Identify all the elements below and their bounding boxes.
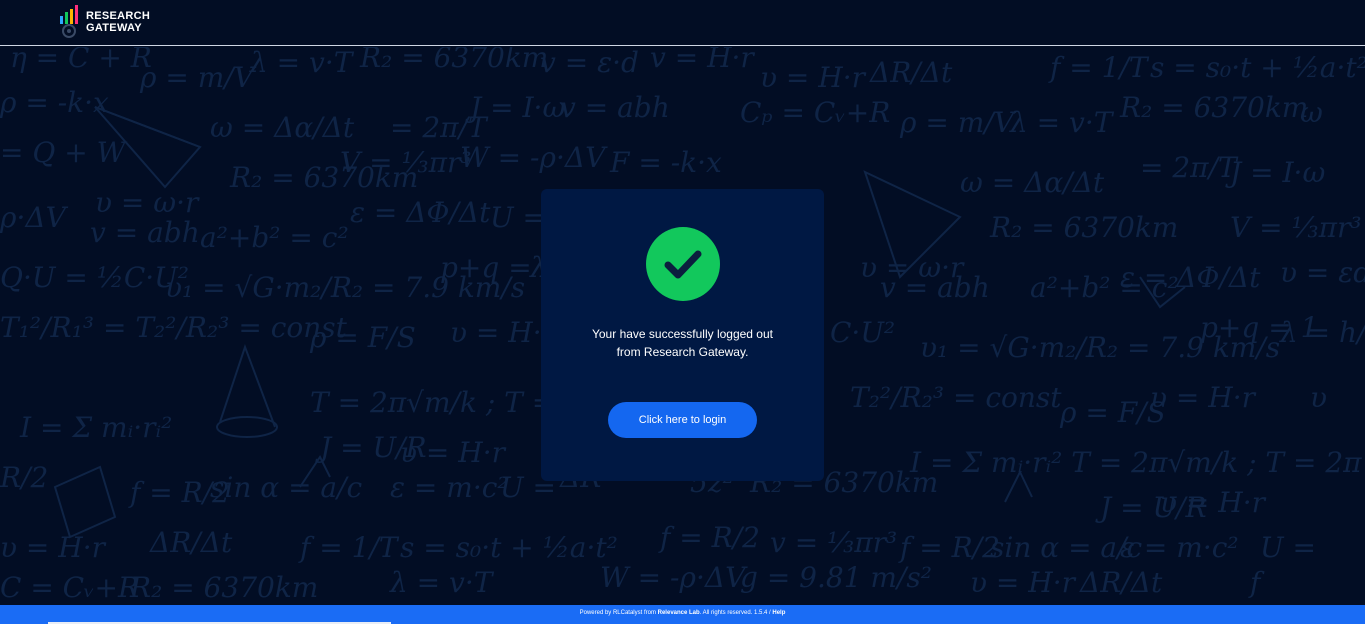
svg-text:υ: υ bbox=[1310, 381, 1327, 414]
svg-text:s = s₀·t + ½a·t²: s = s₀·t + ½a·t² bbox=[1150, 51, 1365, 84]
svg-text:R/2: R/2 bbox=[0, 461, 48, 494]
svg-text:ΔR/Δt: ΔR/Δt bbox=[149, 526, 233, 559]
svg-text:η = C + R: η = C + R bbox=[10, 47, 152, 74]
footer-prefix: Powered by RLCatalyst from bbox=[579, 610, 658, 616]
svg-text:a²+b² = c²: a²+b² = c² bbox=[200, 221, 349, 254]
logout-message-line-2: from Research Gateway. bbox=[616, 345, 749, 359]
svg-text:λ = v·T: λ = v·T bbox=[1009, 106, 1115, 139]
svg-text:f = R/2: f = R/2 bbox=[658, 521, 760, 554]
logo-text: RESEARCH GATEWAY bbox=[86, 10, 150, 34]
svg-text:R₂ = 6370km: R₂ = 6370km bbox=[359, 47, 548, 74]
svg-text:ρ = m/V: ρ = m/V bbox=[899, 106, 1017, 139]
svg-text:υ = H·r: υ = H·r bbox=[0, 531, 107, 564]
svg-text:ε = m·c²: ε = m·c² bbox=[1120, 531, 1239, 564]
bar-chart-logo-icon bbox=[60, 5, 78, 38]
svg-text:ρ = F/S: ρ = F/S bbox=[309, 321, 416, 354]
svg-text:v = H·r: v = H·r bbox=[650, 47, 755, 74]
svg-text:f: f bbox=[1248, 566, 1265, 599]
svg-text:I = Σ mᵢ·rᵢ²: I = Σ mᵢ·rᵢ² bbox=[19, 411, 172, 444]
svg-text:ρ = m/V: ρ = m/V bbox=[139, 61, 257, 94]
svg-text:υ = H·r: υ = H·r bbox=[760, 61, 867, 94]
svg-text:ρ·ΔV: ρ·ΔV bbox=[0, 201, 69, 234]
svg-text:f = R/2: f = R/2 bbox=[898, 531, 1000, 564]
svg-text:R₂ = 6370km: R₂ = 6370km bbox=[229, 161, 418, 194]
footer-suffix: . All rights reserved. 1.5.4 / bbox=[699, 610, 773, 616]
svg-text:υ = H·r: υ = H·r bbox=[400, 436, 507, 469]
svg-text:λ = v·T: λ = v·T bbox=[389, 566, 495, 599]
svg-text:v = abh: v = abh bbox=[560, 91, 670, 124]
svg-text:υ = H·r: υ = H·r bbox=[1160, 486, 1267, 519]
svg-text:R₂ = 6370km: R₂ = 6370km bbox=[1119, 91, 1308, 124]
svg-text:T₂²/R₂³ = const: T₂²/R₂³ = const bbox=[850, 381, 1062, 414]
svg-text:λ = v·T: λ = v·T bbox=[249, 47, 355, 79]
svg-text:v = ε·d: v = ε·d bbox=[540, 47, 639, 79]
svg-text:ε = ΔΦ/Δt: ε = ΔΦ/Δt bbox=[350, 196, 491, 229]
svg-text:v = abh: v = abh bbox=[880, 271, 990, 304]
svg-text:W = -ρ·ΔV: W = -ρ·ΔV bbox=[600, 561, 748, 594]
svg-text:U =: U = bbox=[490, 201, 546, 234]
research-gateway-logo[interactable]: RESEARCH GATEWAY bbox=[58, 5, 150, 39]
svg-text:f = 1/T: f = 1/T bbox=[298, 531, 400, 564]
svg-text:υ = ω·r: υ = ω·r bbox=[95, 186, 200, 219]
svg-text:U =: U = bbox=[1260, 531, 1316, 564]
svg-text:ΔR/Δt: ΔR/Δt bbox=[869, 56, 953, 89]
logout-card: Your have successfully logged out from R… bbox=[541, 189, 824, 481]
svg-text:V = ⅓πr³: V = ⅓πr³ bbox=[1230, 211, 1362, 244]
svg-text:ω: ω bbox=[1300, 96, 1323, 129]
svg-text:v = ⅓πr³: v = ⅓πr³ bbox=[770, 526, 897, 559]
check-circle-icon bbox=[646, 227, 720, 301]
logout-message-line-1: Your have successfully logged out bbox=[591, 327, 773, 341]
svg-text:C = Cᵥ+R: C = Cᵥ+R bbox=[0, 571, 139, 604]
footer-help-link[interactable]: Help bbox=[772, 610, 785, 616]
svg-text:f = 1/T: f = 1/T bbox=[1048, 51, 1150, 84]
svg-text:C·U²: C·U² bbox=[830, 316, 895, 349]
svg-text:υ = H·r: υ = H·r bbox=[1150, 381, 1257, 414]
logo-line-1: RESEARCH bbox=[86, 10, 151, 22]
svg-text:υ = εd: υ = εd bbox=[1280, 256, 1365, 289]
footer-company-link[interactable]: Relevance Lab bbox=[658, 610, 700, 616]
svg-text:J = I·ω: J = I·ω bbox=[465, 91, 565, 124]
svg-text:I = Σ mᵢ·rᵢ² T = 2π√m/k ; T =: I = Σ mᵢ·rᵢ² T = 2π√m/k ; T = 2π bbox=[909, 446, 1362, 479]
svg-text:ε = m·c²: ε = m·c² bbox=[390, 471, 509, 504]
svg-text:Q·U = ½C·U²: Q·U = ½C·U² bbox=[0, 261, 189, 294]
svg-text:v = abh: v = abh bbox=[90, 216, 200, 249]
svg-text:ΔR/Δt: ΔR/Δt bbox=[1079, 566, 1163, 599]
svg-text:J = I·ω: J = I·ω bbox=[1225, 156, 1325, 189]
logout-message: Your have successfully logged out from R… bbox=[541, 325, 824, 361]
svg-text:T₁²/R₁³ = T₂²/R₂³ = const: T₁²/R₁³ = T₂²/R₂³ = const bbox=[0, 311, 348, 344]
svg-text:= Q + W: = Q + W bbox=[0, 136, 128, 169]
top-header: RESEARCH GATEWAY bbox=[0, 0, 1365, 46]
svg-text:ρ = -k·x: ρ = -k·x bbox=[0, 86, 109, 119]
svg-text:s = s₀·t + ½a·t²: s = s₀·t + ½a·t² bbox=[400, 531, 618, 564]
svg-text:Cₚ = Cᵥ+R: Cₚ = Cᵥ+R bbox=[740, 96, 890, 129]
svg-text:υ = H·r: υ = H·r bbox=[970, 566, 1077, 599]
svg-text:R₂ = 6370km: R₂ = 6370km bbox=[989, 211, 1178, 244]
svg-text:= 2π/T: = 2π/T bbox=[1140, 151, 1239, 184]
svg-text:R₂ = 6370km: R₂ = 6370km bbox=[129, 571, 318, 604]
svg-text:sin α = a/c: sin α = a/c bbox=[210, 471, 363, 504]
logo-line-2: GATEWAY bbox=[86, 22, 142, 34]
svg-text:g = 9.81 m/s²: g = 9.81 m/s² bbox=[740, 561, 932, 594]
svg-text:λ = h/m: λ = h/m bbox=[1279, 316, 1365, 349]
svg-text:F = -k·x: F = -k·x bbox=[609, 146, 722, 179]
login-button[interactable]: Click here to login bbox=[608, 402, 757, 438]
svg-text:ω = Δα/Δt: ω = Δα/Δt bbox=[960, 166, 1105, 199]
svg-text:a²+b² = c²: a²+b² = c² bbox=[1030, 271, 1179, 304]
svg-text:ω = Δα/Δt: ω = Δα/Δt bbox=[210, 111, 355, 144]
svg-text:W = -ρ·ΔV: W = -ρ·ΔV bbox=[460, 141, 608, 174]
